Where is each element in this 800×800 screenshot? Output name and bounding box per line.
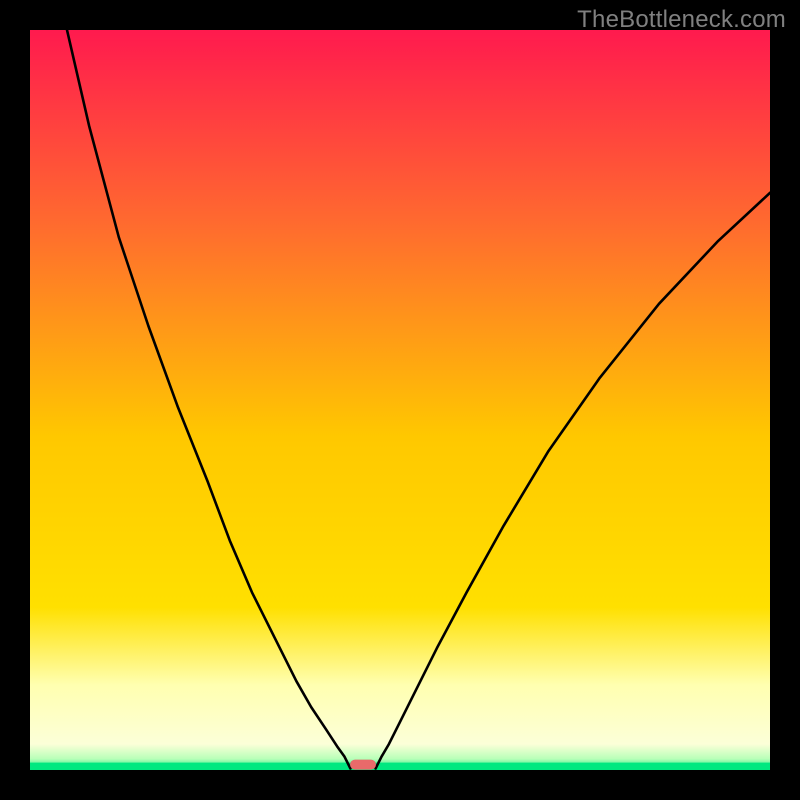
chart-frame: TheBottleneck.com [0,0,800,800]
chart-plot-area [30,30,770,770]
chart-svg [30,30,770,770]
chart-green-band [30,763,770,770]
watermark-text: TheBottleneck.com [577,6,786,34]
bottleneck-marker [350,760,376,770]
chart-background [30,30,770,770]
